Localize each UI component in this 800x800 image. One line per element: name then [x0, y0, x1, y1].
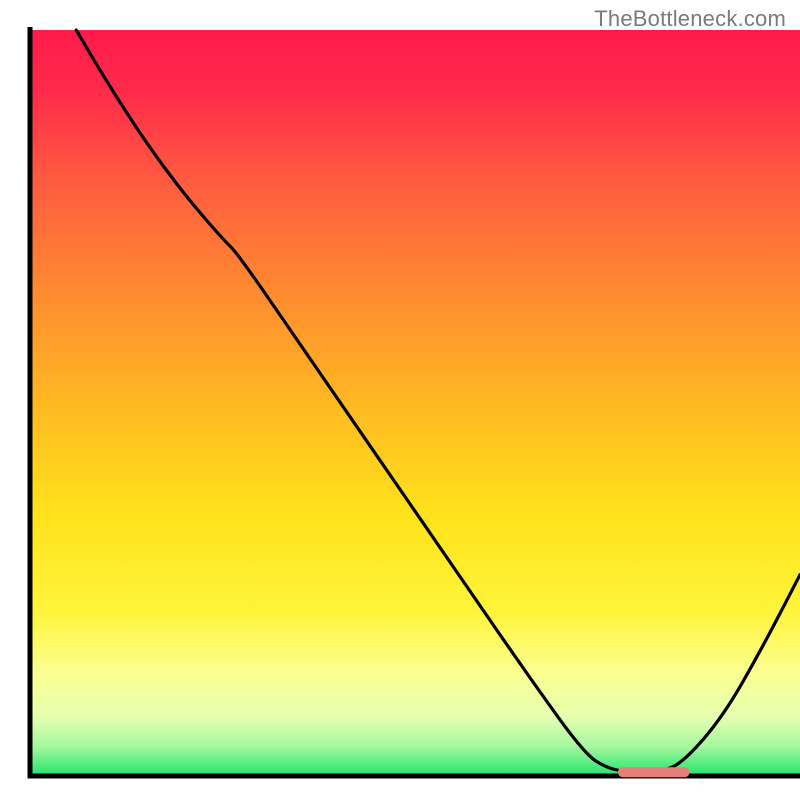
chart-svg	[0, 0, 800, 800]
watermark-text: TheBottleneck.com	[594, 6, 786, 32]
bottleneck-chart	[0, 0, 800, 800]
